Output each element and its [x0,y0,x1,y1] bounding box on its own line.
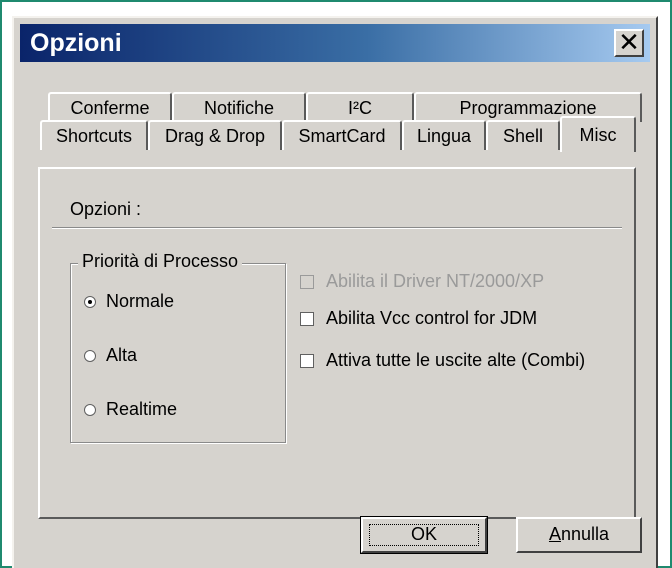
tab-label: Misc [579,125,617,145]
section-divider [52,227,622,229]
radio-label: Normale [106,291,175,311]
section-label: Opzioni : [70,199,142,219]
tab-shortcuts[interactable]: Shortcuts [40,120,148,150]
ok-button-label: OK [410,524,437,544]
radio-label: Realtime [106,399,178,419]
tab-label: Drag & Drop [164,126,266,146]
checkbox-vcc-jdm[interactable]: Abilita Vcc control for JDM [300,308,537,329]
checkbox-box[interactable] [300,311,314,326]
tab-conferme[interactable]: Conferme [48,92,172,122]
options-dialog: Opzioni ✕ Conferme Notifiche I²C Program… [12,16,658,568]
window-title: Opzioni [30,29,122,57]
cancel-mnemonic: A [548,524,561,544]
tab-row-front: Shortcuts Drag & Drop SmartCard Lingua S… [40,116,636,152]
tab-label: Conferme [70,98,150,118]
checkbox-label: Attiva tutte le uscite alte (Combi) [326,350,586,370]
tab-label: SmartCard [298,126,386,146]
tab-notifiche[interactable]: Notifiche [172,92,306,122]
tab-misc[interactable]: Misc [560,116,636,152]
checkbox-box[interactable] [300,353,314,368]
radio-normale[interactable]: Normale [84,291,174,312]
tab-row-back: Conferme Notifiche I²C Programmazione [48,92,642,122]
priority-group-legend: Priorità di Processo [78,251,243,272]
tab-panel-misc: Opzioni : Priorità di Processo Normale A… [38,167,636,519]
tab-label: I²C [348,98,372,118]
tab-label: Shortcuts [55,126,133,146]
checkbox-driver-nt: Abilita il Driver NT/2000/XP [300,271,544,292]
cancel-rest: nnulla [560,524,610,544]
cancel-button-label: Annulla [549,524,609,544]
radio-realtime[interactable]: Realtime [84,399,177,420]
close-icon: ✕ [618,27,640,57]
radio-button[interactable] [84,403,96,416]
title-bar[interactable]: Opzioni ✕ [20,24,650,62]
tab-label: Shell [502,126,544,146]
radio-button[interactable] [84,349,96,362]
tab-shell[interactable]: Shell [486,120,560,150]
checkbox-box [300,274,314,289]
checkbox-uscite-alte[interactable]: Attiva tutte le uscite alte (Combi) [300,350,585,371]
tab-smartcard[interactable]: SmartCard [282,120,402,150]
tab-drag-drop[interactable]: Drag & Drop [148,120,282,150]
checkbox-label: Abilita Vcc control for JDM [326,308,538,328]
radio-button-checked[interactable] [84,295,96,308]
tab-label: Lingua [416,126,472,146]
close-button[interactable]: ✕ [614,29,644,57]
tab-label: Programmazione [459,98,597,118]
tab-i2c[interactable]: I²C [306,92,414,122]
checkbox-label: Abilita il Driver NT/2000/XP [326,271,545,291]
cancel-button[interactable]: Annulla [516,517,642,553]
radio-alta[interactable]: Alta [84,345,137,366]
tab-label: Notifiche [203,98,275,118]
radio-label: Alta [106,345,138,365]
ok-button[interactable]: OK [360,516,488,554]
tab-lingua[interactable]: Lingua [402,120,486,150]
